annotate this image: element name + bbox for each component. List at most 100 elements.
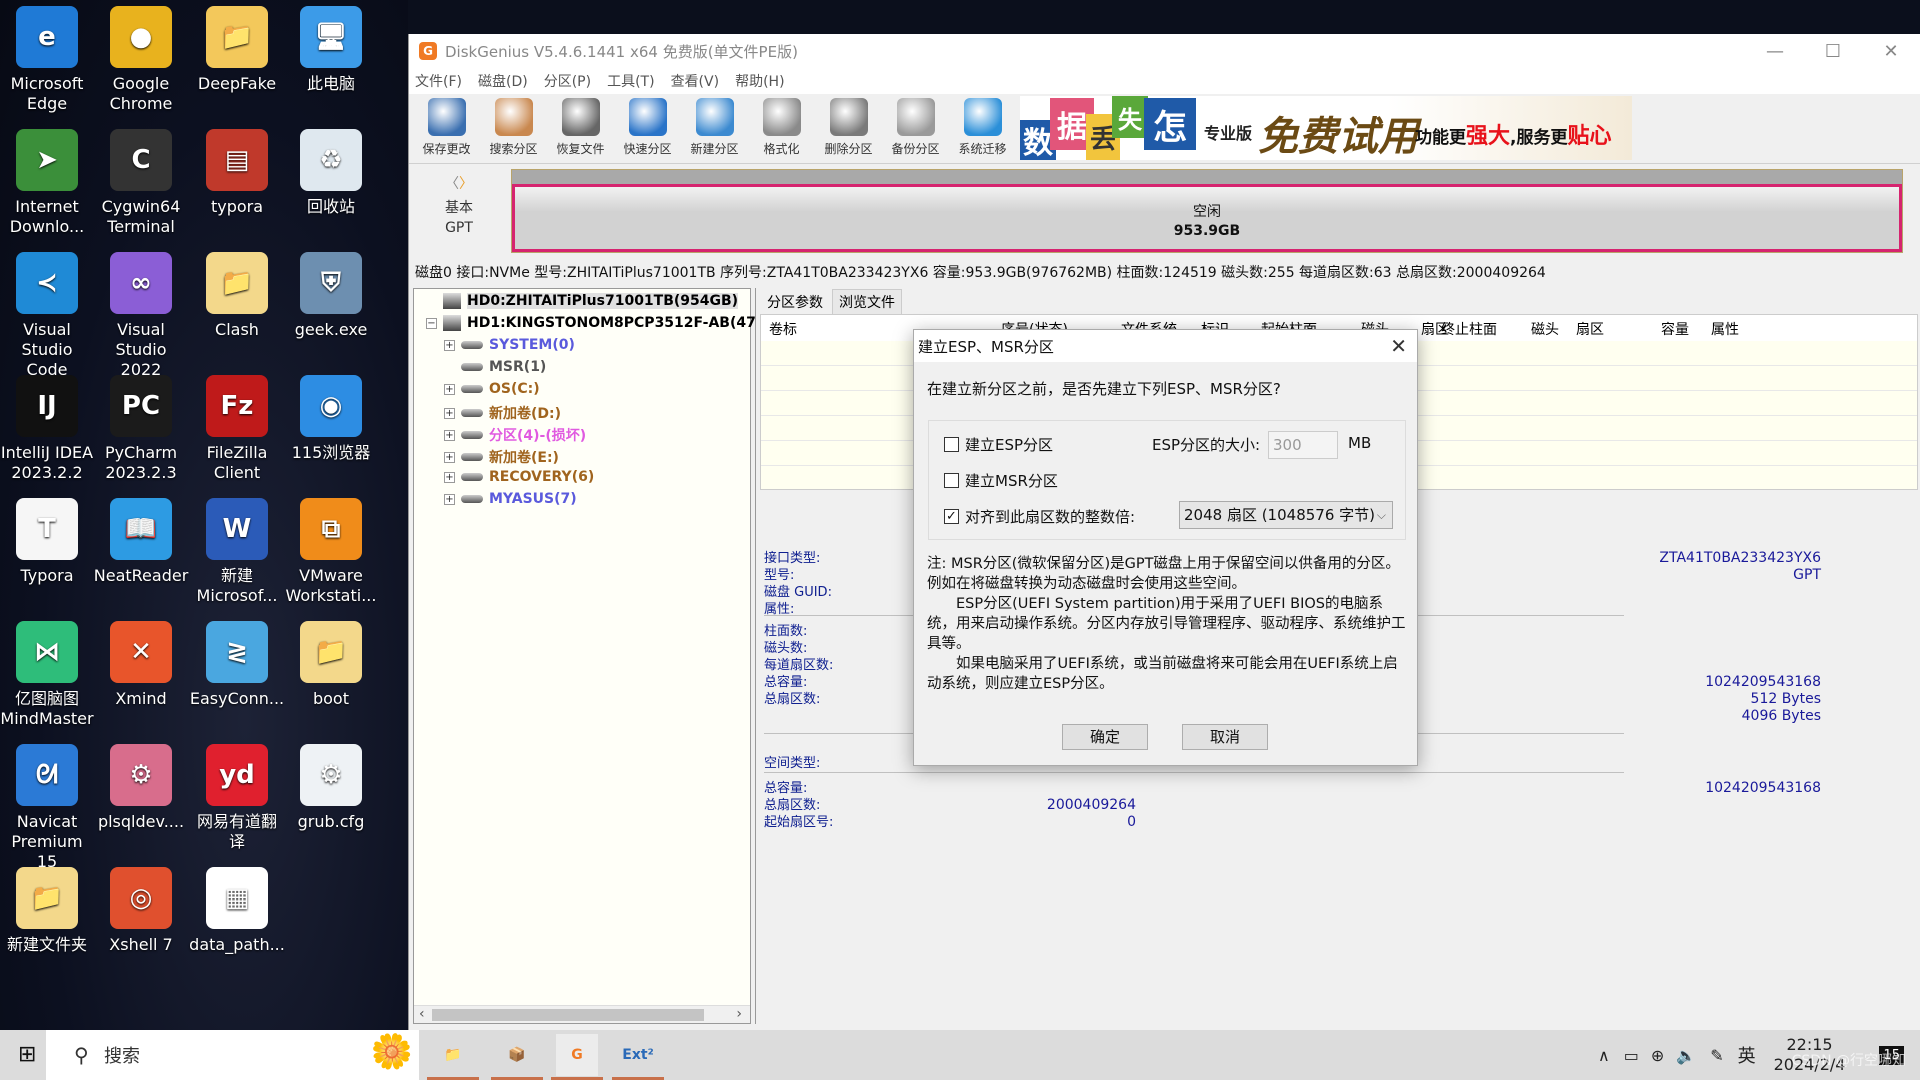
tree-partition-node[interactable]: + 分区(4)-(损坏) [444, 425, 586, 445]
expand-icon[interactable]: + [444, 493, 455, 505]
desktop-icon[interactable]: ➤ Internet Downlo... [0, 123, 94, 237]
pen-icon[interactable]: ✎ [1710, 1046, 1723, 1065]
volume-icon[interactable]: 🔈 [1676, 1046, 1696, 1065]
desktop-icon[interactable]: ♻ 回收站 [284, 123, 378, 217]
tree-partition-node[interactable]: + SYSTEM(0) [444, 337, 575, 353]
ad-banner[interactable]: 数 据 丢 失 怎 专业版 免费试用 功能更强大,服务更贴心 [1020, 96, 1632, 160]
desktop-icon[interactable]: ⚙ plsqldev.... [94, 738, 188, 832]
network-icon[interactable]: ⊕ [1651, 1046, 1664, 1065]
expand-icon[interactable]: + [444, 383, 455, 395]
column-header[interactable]: 卷标 [769, 319, 797, 339]
tree-partition-node[interactable]: + 新加卷(E:) [444, 447, 559, 467]
desktop-icon[interactable]: C Cygwin64 Terminal [94, 123, 188, 237]
expand-icon[interactable]: + [444, 451, 455, 463]
scroll-left-button[interactable]: ‹ [419, 1006, 425, 1022]
taskbar-app-file-explorer[interactable]: 📁 [427, 1034, 479, 1080]
menu-view[interactable]: 查看(V) [671, 71, 720, 91]
desktop-icon[interactable]: ◉ 115浏览器 [284, 369, 378, 463]
dialog-close-button[interactable]: ✕ [1390, 334, 1407, 358]
desktop-icon[interactable]: 📁 boot [284, 615, 378, 709]
desktop-icon[interactable]: ◎ Xshell 7 [94, 861, 188, 955]
menu-partition[interactable]: 分区(P) [544, 71, 591, 91]
tab-partition-params[interactable]: 分区参数 [760, 289, 830, 314]
collapse-icon[interactable]: − [426, 317, 437, 329]
expand-icon[interactable]: + [444, 407, 455, 419]
checkbox-box[interactable] [944, 437, 959, 452]
menu-file[interactable]: 文件(F) [415, 71, 462, 91]
cancel-button[interactable]: 取消 [1182, 724, 1268, 750]
expand-icon[interactable]: + [444, 471, 455, 483]
checkbox-box[interactable]: ✓ [944, 509, 959, 524]
desktop-icon[interactable]: ∞ Visual Studio 2022 [94, 246, 188, 380]
menu-help[interactable]: 帮助(H) [735, 71, 784, 91]
scrollbar-thumb[interactable] [432, 1009, 704, 1021]
column-header[interactable]: 容量 [1661, 319, 1689, 339]
tree-disk-node[interactable]: HD0:ZHITAITiPlus71001TB(954GB) [426, 293, 739, 309]
create-msr-checkbox[interactable]: 建立MSR分区 [944, 470, 1058, 491]
tray-overflow-icon[interactable]: ∧ [1598, 1046, 1610, 1065]
tree-partition-node[interactable]: MSR(1) [444, 359, 546, 375]
tab-browse-files[interactable]: 浏览文件 [832, 289, 902, 314]
column-header[interactable]: 属性 [1711, 319, 1739, 339]
desktop-icon[interactable]: ⋈ 亿图脑图 MindMaster [0, 615, 94, 729]
desktop-icon[interactable]: ▦ data_path... [189, 861, 285, 955]
desktop-icon[interactable]: IJ IntelliJ IDEA 2023.2.2 [0, 369, 94, 483]
desktop-icon[interactable]: ● Google Chrome [94, 0, 188, 114]
taskbar-app-ext2[interactable]: Ext² [612, 1034, 664, 1080]
next-disk-button[interactable]: 〉 [459, 176, 473, 192]
desktop-icon[interactable]: 📁 DeepFake [190, 0, 284, 94]
toolbar-button[interactable]: 快速分区 [614, 94, 681, 164]
start-button[interactable]: ⊞ [18, 1042, 36, 1067]
scroll-right-button[interactable]: › [736, 1006, 742, 1022]
tree-partition-node[interactable]: + MYASUS(7) [444, 491, 577, 507]
taskbar-app-diskgenius[interactable]: G [551, 1034, 603, 1080]
align-checkbox[interactable]: ✓ 对齐到此扇区数的整数倍: [944, 506, 1135, 527]
toolbar-button[interactable]: 新建分区 [681, 94, 748, 164]
tree-partition-node[interactable]: + 新加卷(D:) [444, 403, 561, 423]
desktop-icon[interactable]: PC PyCharm 2023.2.3 [94, 369, 188, 483]
desktop-icon[interactable]: 🖥 此电脑 [284, 0, 378, 94]
free-space-block[interactable]: 空闲 953.9GB [512, 184, 1902, 252]
desktop-icon[interactable]: ᘛ Navicat Premium 15 [0, 738, 94, 872]
battery-icon[interactable]: ▭ [1624, 1046, 1639, 1065]
tree-partition-node[interactable]: + RECOVERY(6) [444, 469, 594, 485]
expand-icon[interactable]: + [444, 429, 455, 441]
alignment-select[interactable]: 2048 扇区 (1048576 字节) ⌵ [1179, 501, 1393, 529]
taskbar-app-package-app[interactable]: 📦 [491, 1034, 543, 1080]
column-header[interactable]: 磁头 [1531, 319, 1559, 339]
tree-disk-node[interactable]: − HD1:KINGSTONOM8PCP3512F-AB(477 [426, 315, 766, 331]
desktop-icon[interactable]: e Microsoft Edge [0, 0, 94, 114]
ime-indicator[interactable]: 英 [1738, 1042, 1756, 1068]
checkbox-box[interactable] [944, 473, 959, 488]
tree-horizontal-scrollbar[interactable]: ‹ › [414, 1005, 750, 1023]
prev-disk-button[interactable]: 〈 [445, 176, 459, 192]
toolbar-button[interactable]: 删除分区 [815, 94, 882, 164]
toolbar-button[interactable]: 格式化 [748, 94, 815, 164]
ok-button[interactable]: 确定 [1062, 724, 1148, 750]
taskbar-search[interactable]: ⚲ 搜索 🌼 [46, 1030, 419, 1080]
toolbar-button[interactable]: 备份分区 [882, 94, 949, 164]
close-button[interactable]: ✕ [1862, 34, 1920, 68]
toolbar-button[interactable]: 恢复文件 [547, 94, 614, 164]
desktop-icon[interactable]: 📁 新建文件夹 [0, 861, 94, 955]
desktop-icon[interactable]: 📖 NeatReader [94, 492, 188, 586]
desktop-icon[interactable]: ✕ Xmind [94, 615, 188, 709]
toolbar-button[interactable]: 保存更改 [413, 94, 480, 164]
toolbar-button[interactable]: 搜索分区 [480, 94, 547, 164]
desktop-icon[interactable]: ⚙ grub.cfg [284, 738, 378, 832]
expand-icon[interactable]: + [444, 339, 455, 351]
column-header[interactable]: 终止柱面 [1441, 319, 1497, 339]
desktop-icon[interactable]: T Typora [0, 492, 94, 586]
esp-size-input[interactable]: 300 [1268, 431, 1338, 459]
desktop-icon[interactable]: yd 网易有道翻译 [190, 738, 284, 852]
maximize-button[interactable]: ☐ [1804, 34, 1862, 68]
desktop-icon[interactable]: W 新建 Microsof... [190, 492, 284, 606]
menu-tools[interactable]: 工具(T) [607, 71, 654, 91]
desktop-icon[interactable]: ⧉ VMware Workstati... [284, 492, 378, 606]
desktop-icon[interactable]: ≷ EasyConn... [190, 615, 284, 709]
create-esp-checkbox[interactable]: 建立ESP分区 [944, 434, 1053, 455]
toolbar-button[interactable]: 系统迁移 [949, 94, 1016, 164]
menu-disk[interactable]: 磁盘(D) [478, 71, 528, 91]
disk-bar[interactable]: 空闲 953.9GB [511, 169, 1903, 253]
desktop-icon[interactable]: ≺ Visual Studio Code [0, 246, 94, 380]
